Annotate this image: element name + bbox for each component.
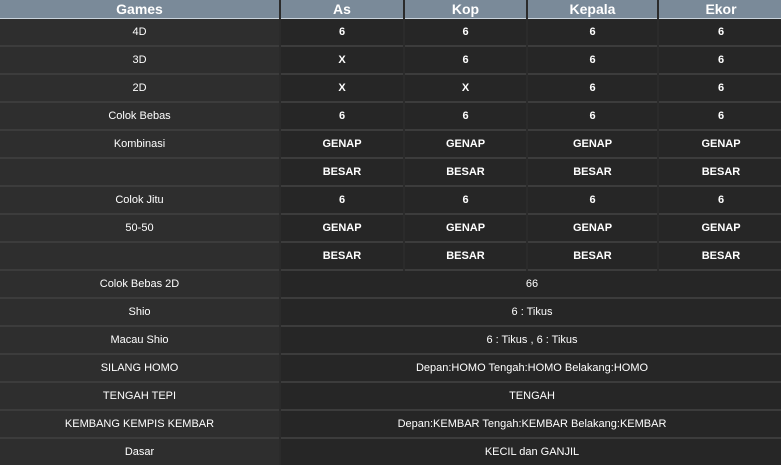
table-row: Colok Bebas 6 6 6 6 <box>0 103 781 131</box>
row-label: Colok Bebas 2D <box>0 271 279 299</box>
header-as: As <box>281 0 403 19</box>
cell-as: 6 <box>281 19 403 47</box>
cell-as: BESAR <box>281 243 403 271</box>
table-row: Dasar KECIL dan GANJIL <box>0 439 781 465</box>
cell-ekor: 6 <box>659 187 781 215</box>
row-label: 4D <box>0 19 279 47</box>
cell-kop: X <box>405 75 526 103</box>
row-value: KECIL dan GANJIL <box>281 439 781 465</box>
table-row: Kombinasi GENAP GENAP GENAP GENAP <box>0 131 781 159</box>
cell-kop: GENAP <box>405 215 526 243</box>
cell-ekor: 6 <box>659 47 781 75</box>
cell-kepala: BESAR <box>528 159 657 187</box>
header-ekor: Ekor <box>659 0 781 19</box>
cell-kop: 6 <box>405 187 526 215</box>
cell-kop: GENAP <box>405 131 526 159</box>
table-row: SILANG HOMO Depan:HOMO Tengah:HOMO Belak… <box>0 355 781 383</box>
header-row: Games As Kop Kepala Ekor <box>0 0 781 19</box>
result-table: Games As Kop Kepala Ekor 4D 6 6 6 6 3D X… <box>0 0 781 465</box>
row-label: Shio <box>0 299 279 327</box>
header-games: Games <box>0 0 279 19</box>
row-label: Dasar <box>0 439 279 465</box>
header-kepala: Kepala <box>528 0 657 19</box>
table-row: 50-50 GENAP GENAP GENAP GENAP <box>0 215 781 243</box>
cell-as: BESAR <box>281 159 403 187</box>
cell-kop: 6 <box>405 103 526 131</box>
table-row: BESAR BESAR BESAR BESAR <box>0 243 781 271</box>
cell-kepala: GENAP <box>528 131 657 159</box>
table-row: 4D 6 6 6 6 <box>0 19 781 47</box>
cell-kop: BESAR <box>405 243 526 271</box>
header-kop: Kop <box>405 0 526 19</box>
cell-as: X <box>281 47 403 75</box>
row-label: TENGAH TEPI <box>0 383 279 411</box>
row-label: Kombinasi <box>0 131 279 159</box>
row-value: 6 : Tikus , 6 : Tikus <box>281 327 781 355</box>
cell-kop: 6 <box>405 19 526 47</box>
cell-ekor: BESAR <box>659 243 781 271</box>
table-row: BESAR BESAR BESAR BESAR <box>0 159 781 187</box>
cell-as: 6 <box>281 103 403 131</box>
row-label: SILANG HOMO <box>0 355 279 383</box>
cell-ekor: 6 <box>659 75 781 103</box>
table-row: Colok Jitu 6 6 6 6 <box>0 187 781 215</box>
row-label: Colok Bebas <box>0 103 279 131</box>
cell-kepala: BESAR <box>528 243 657 271</box>
row-label: KEMBANG KEMPIS KEMBAR <box>0 411 279 439</box>
row-label: 50-50 <box>0 215 279 243</box>
row-label: 2D <box>0 75 279 103</box>
row-label: Macau Shio <box>0 327 279 355</box>
table-row: 2D X X 6 6 <box>0 75 781 103</box>
cell-as: 6 <box>281 187 403 215</box>
cell-kepala: 6 <box>528 75 657 103</box>
row-label <box>0 159 279 187</box>
row-value: TENGAH <box>281 383 781 411</box>
cell-kop: BESAR <box>405 159 526 187</box>
row-value: 6 : Tikus <box>281 299 781 327</box>
cell-kepala: 6 <box>528 187 657 215</box>
table-row: KEMBANG KEMPIS KEMBAR Depan:KEMBAR Tenga… <box>0 411 781 439</box>
row-value: 66 <box>281 271 781 299</box>
cell-kepala: 6 <box>528 103 657 131</box>
cell-kepala: GENAP <box>528 215 657 243</box>
cell-as: GENAP <box>281 131 403 159</box>
cell-as: GENAP <box>281 215 403 243</box>
table-row: Colok Bebas 2D 66 <box>0 271 781 299</box>
row-label: Colok Jitu <box>0 187 279 215</box>
cell-ekor: 6 <box>659 103 781 131</box>
cell-kepala: 6 <box>528 47 657 75</box>
cell-ekor: BESAR <box>659 159 781 187</box>
table-row: TENGAH TEPI TENGAH <box>0 383 781 411</box>
row-label <box>0 243 279 271</box>
cell-ekor: GENAP <box>659 215 781 243</box>
row-label: 3D <box>0 47 279 75</box>
cell-ekor: 6 <box>659 19 781 47</box>
cell-as: X <box>281 75 403 103</box>
row-value: Depan:HOMO Tengah:HOMO Belakang:HOMO <box>281 355 781 383</box>
cell-kop: 6 <box>405 47 526 75</box>
row-value: Depan:KEMBAR Tengah:KEMBAR Belakang:KEMB… <box>281 411 781 439</box>
cell-kepala: 6 <box>528 19 657 47</box>
table-row: 3D X 6 6 6 <box>0 47 781 75</box>
table-row: Macau Shio 6 : Tikus , 6 : Tikus <box>0 327 781 355</box>
table-row: Shio 6 : Tikus <box>0 299 781 327</box>
cell-ekor: GENAP <box>659 131 781 159</box>
